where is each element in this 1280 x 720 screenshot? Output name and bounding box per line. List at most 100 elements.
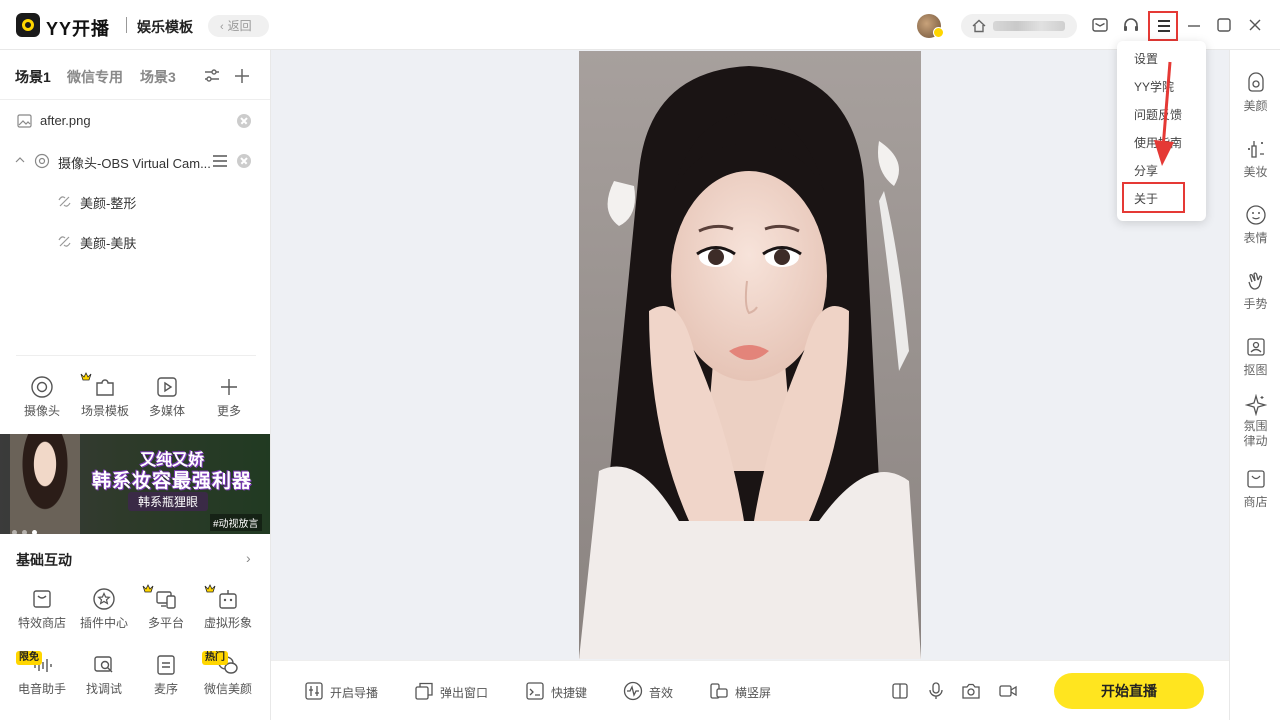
- star-circle-icon: [93, 588, 115, 610]
- sidebar-item-beauty[interactable]: 美颜: [1230, 72, 1280, 114]
- tool-multimedia[interactable]: 多媒体: [137, 375, 197, 425]
- cutout-icon: [1246, 338, 1265, 356]
- scene-settings-icon[interactable]: [203, 67, 221, 85]
- tool-camera[interactable]: 摄像头: [12, 375, 72, 425]
- remove-source-icon[interactable]: [237, 114, 251, 128]
- beauty-link-icon: [58, 196, 71, 207]
- robot-icon: [219, 590, 237, 609]
- tab-scene-3[interactable]: 场景3: [140, 67, 176, 87]
- chevron-left-icon: ‹: [220, 21, 224, 33]
- home-icon: [972, 19, 986, 33]
- sidebar-item-ambience[interactable]: 氛围律动: [1230, 394, 1280, 449]
- source-row-camera[interactable]: 摄像头-OBS Virtual Cam...: [0, 141, 270, 181]
- tab-scene-1[interactable]: 场景1: [15, 67, 51, 87]
- hamburger-icon: [1158, 20, 1170, 32]
- sidebar-label: 抠图: [1243, 363, 1268, 377]
- sidebar-label: 美妆: [1243, 165, 1268, 179]
- sound-effect-icon: [623, 681, 643, 701]
- remove-source-icon[interactable]: [237, 154, 251, 168]
- feature-effect-shop[interactable]: 特效商店: [12, 587, 72, 637]
- sidebar-item-gesture[interactable]: 手势: [1230, 270, 1280, 312]
- start-live-button[interactable]: 开始直播: [1054, 673, 1204, 709]
- shop-icon: [1246, 470, 1265, 488]
- toolbar-label: 开启导播: [330, 686, 379, 700]
- maximize-icon[interactable]: [1214, 15, 1234, 35]
- mail-icon[interactable]: [1090, 15, 1110, 35]
- back-label: 返回: [227, 19, 252, 33]
- sparkle-icon: [1244, 394, 1267, 416]
- camera-icon: [34, 153, 50, 169]
- feature-label: 虚拟形象: [203, 616, 252, 630]
- feature-mic-queue[interactable]: 麦序: [136, 653, 196, 703]
- feature-label: 麦序: [153, 682, 178, 696]
- promo-banner[interactable]: 又纯又娇 韩系妆容最强利器 韩系瓶狸眼 #动视放言: [0, 434, 270, 534]
- sidebar-label: 美颜: [1243, 99, 1268, 113]
- interactions-title: 基础互动: [16, 552, 72, 568]
- banner-tag: #动视放言: [210, 514, 262, 531]
- headset-icon[interactable]: [1121, 15, 1141, 35]
- preview-canvas[interactable]: [271, 50, 1229, 660]
- back-button[interactable]: ‹ 返回: [208, 15, 269, 37]
- source-label: 美颜-整形: [80, 196, 137, 211]
- sidebar-label: 商店: [1243, 495, 1268, 509]
- feature-wechat-beauty[interactable]: 热门 微信美颜: [198, 651, 258, 703]
- carousel-dots[interactable]: [12, 523, 42, 534]
- right-sidebar: 美颜 美妆 表情 手势 抠图 氛围律动 商店: [1229, 50, 1280, 720]
- divider: [16, 355, 256, 356]
- toolbar-label: 横竖屏: [735, 686, 772, 700]
- tool-label: 更多: [216, 404, 241, 418]
- banner-portrait: [10, 434, 80, 534]
- close-icon[interactable]: [1245, 15, 1265, 35]
- source-menu-icon[interactable]: [212, 154, 228, 168]
- sliders-icon: [305, 682, 323, 700]
- split-view-icon[interactable]: [890, 681, 910, 701]
- source-row-image[interactable]: after.png: [0, 101, 270, 141]
- vip-crown-icon: [80, 372, 92, 381]
- tool-more[interactable]: 更多: [199, 375, 259, 425]
- about-highlight-box: [1122, 182, 1185, 213]
- main-menu-button[interactable]: [1148, 11, 1178, 41]
- makeup-icon: [1247, 141, 1264, 158]
- keyboard-icon: [526, 682, 544, 700]
- left-panel: 场景1 微信专用 场景3 after.png 摄像头-OBS Virtual C…: [0, 50, 271, 720]
- feature-plugin-center[interactable]: 插件中心: [74, 587, 134, 637]
- popout-icon: [415, 682, 433, 700]
- feature-label: 插件中心: [79, 616, 128, 630]
- feature-multi-platform[interactable]: 多平台: [136, 584, 196, 637]
- tool-label: 多媒体: [148, 404, 185, 418]
- annotation-arrow: [1154, 61, 1174, 166]
- source-label: 美颜-美肤: [80, 236, 137, 251]
- plus-icon: [221, 379, 237, 395]
- minimize-icon[interactable]: [1184, 15, 1204, 35]
- banner-line-3: 韩系瓶狸眼: [128, 492, 209, 511]
- scene-tabs: 场景1 微信专用 场景3: [0, 50, 270, 100]
- add-scene-icon[interactable]: [233, 67, 251, 85]
- chevron-right-icon[interactable]: ›: [246, 550, 251, 566]
- sidebar-label: 表情: [1243, 231, 1268, 245]
- tool-scene-template[interactable]: 场景模板: [75, 372, 135, 425]
- channel-pill[interactable]: [961, 14, 1077, 38]
- screenshot-camera-icon[interactable]: [961, 681, 981, 701]
- microphone-icon[interactable]: [926, 681, 946, 701]
- feature-label: 找调试: [85, 682, 122, 696]
- vip-crown-icon: [142, 584, 154, 593]
- shop-bag-icon: [33, 590, 51, 608]
- vip-crown-icon: [204, 584, 216, 593]
- app-title: YY开播: [46, 19, 111, 39]
- source-row-beauty-skin[interactable]: 美颜-美肤: [0, 221, 270, 261]
- sidebar-item-expression[interactable]: 表情: [1230, 204, 1280, 246]
- tab-wechat[interactable]: 微信专用: [67, 67, 123, 87]
- record-video-icon[interactable]: [998, 681, 1018, 701]
- promo-tag: 热门: [202, 651, 228, 665]
- sidebar-item-makeup[interactable]: 美妆: [1230, 138, 1280, 180]
- feature-label: 电音助手: [17, 682, 66, 696]
- collapse-chevron-icon[interactable]: [15, 156, 25, 164]
- yy-logo-icon: [16, 13, 40, 37]
- toolbar-label: 音效: [649, 686, 674, 700]
- feature-debug[interactable]: 找调试: [74, 653, 134, 703]
- feature-virtual-avatar[interactable]: 虚拟形象: [198, 584, 258, 637]
- feature-electro-audio[interactable]: 限免 电音助手: [12, 651, 72, 703]
- source-row-beauty-shape[interactable]: 美颜-整形: [0, 181, 270, 221]
- sidebar-item-shop[interactable]: 商店: [1230, 468, 1280, 510]
- sidebar-item-cutout[interactable]: 抠图: [1230, 336, 1280, 378]
